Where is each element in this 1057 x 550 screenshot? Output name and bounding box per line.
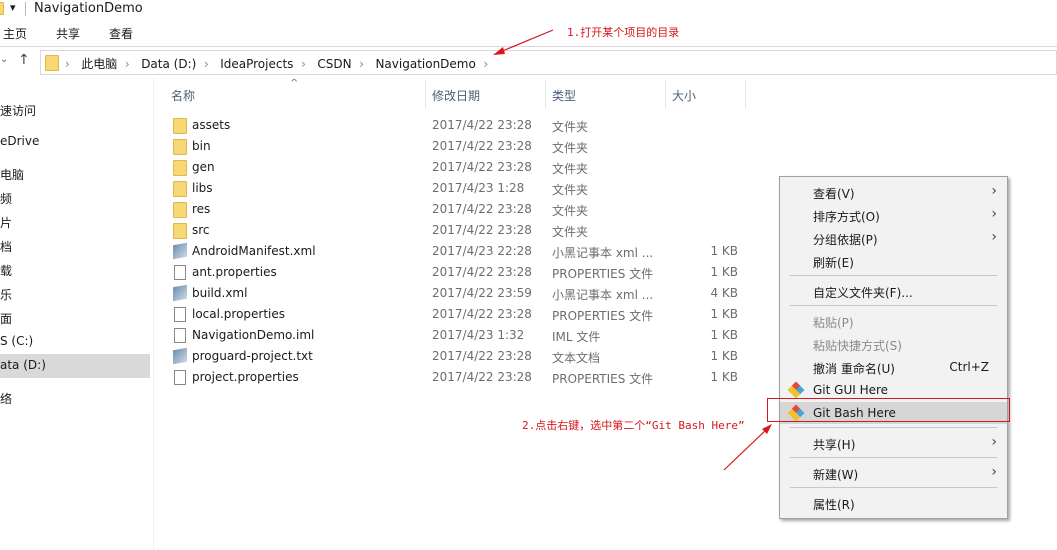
arrow-head <box>493 47 505 55</box>
annotation-step2: 2.点击右键，选中第二个“Git Bash Here” <box>522 419 745 432</box>
arrow-line <box>499 29 554 53</box>
annotation-step1: 1.打开某个项目的目录 <box>567 26 680 39</box>
arrow-line <box>723 429 767 471</box>
annotation-arrows <box>493 29 772 471</box>
